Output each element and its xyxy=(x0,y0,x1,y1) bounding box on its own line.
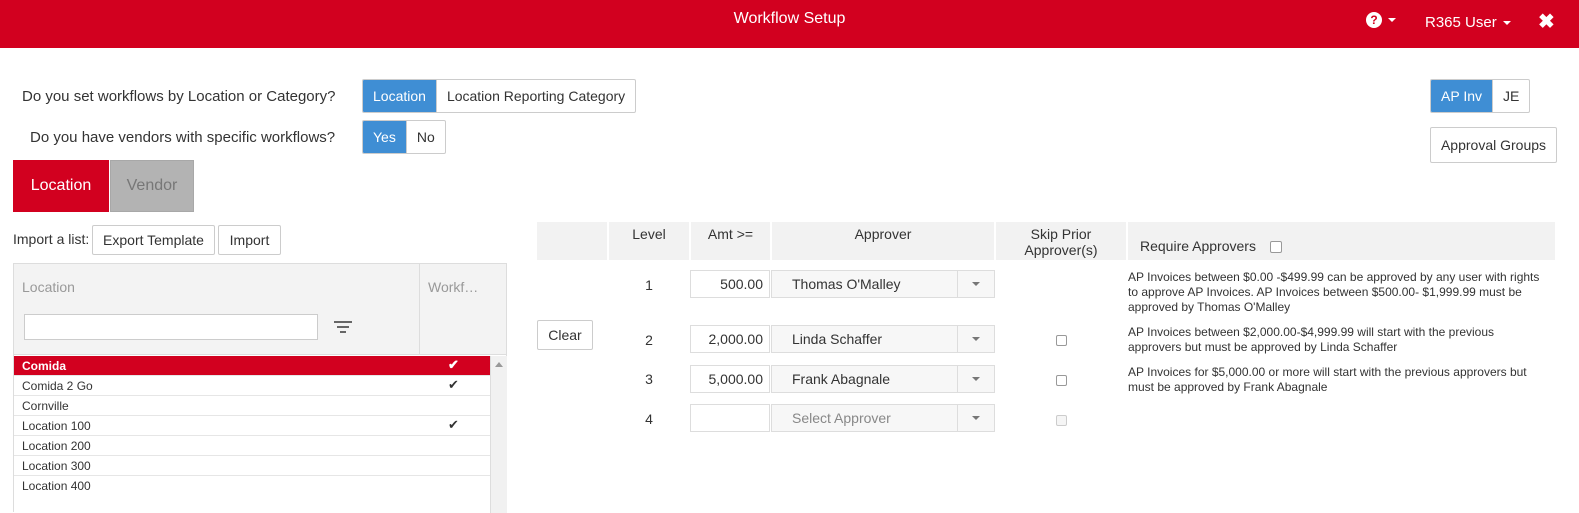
header-amount: Amt >= xyxy=(691,222,770,260)
workflow-by-toggle: Location Location Reporting Category xyxy=(362,79,637,113)
row-location-name: Cornville xyxy=(22,398,69,413)
approver-select[interactable]: Frank Abagnale xyxy=(771,365,995,393)
header-level: Level xyxy=(609,222,689,260)
row-location-name: Comida xyxy=(22,358,67,373)
header-approver: Approver xyxy=(772,222,994,260)
table-row[interactable]: Location 200 xyxy=(14,436,490,456)
table-row[interactable]: Comida 2 Go ✔ xyxy=(14,376,490,396)
chevron-down-icon[interactable] xyxy=(957,271,994,297)
chevron-down-icon[interactable] xyxy=(957,405,994,431)
help-menu[interactable]: ? xyxy=(1366,12,1396,28)
table-row[interactable]: Location 100 ✔ xyxy=(14,416,490,436)
skip-prior-checkbox[interactable] xyxy=(1056,335,1067,346)
close-icon[interactable]: ✖ xyxy=(1538,9,1555,34)
filter-icon[interactable] xyxy=(334,321,352,336)
option-no[interactable]: No xyxy=(405,121,445,153)
amount-input[interactable] xyxy=(690,404,770,432)
option-je[interactable]: JE xyxy=(1492,80,1529,112)
tab-vendor[interactable]: Vendor xyxy=(110,160,194,212)
clear-button[interactable]: Clear xyxy=(537,320,593,350)
question-vendor-specific: Do you have vendors with specific workfl… xyxy=(30,129,336,146)
help-icon: ? xyxy=(1366,12,1382,28)
header-skip-prior-line1: Skip Prior xyxy=(1030,226,1092,242)
row-location-name: Location 200 xyxy=(22,438,91,453)
export-template-button[interactable]: Export Template xyxy=(92,225,215,255)
option-ap-inv[interactable]: AP Inv xyxy=(1431,80,1492,112)
header-skip-prior: Skip Prior Approver(s) xyxy=(996,222,1126,260)
table-row[interactable]: Comida ✔ xyxy=(14,356,490,376)
approver-select-value: Linda Schaffer xyxy=(792,331,883,347)
level-description: AP Invoices for $5,000.00 or more will s… xyxy=(1128,365,1527,394)
app-header: Workflow Setup ? R365 User ✖ xyxy=(0,0,1579,48)
option-yes[interactable]: Yes xyxy=(363,121,406,153)
import-label: Import a list: xyxy=(13,231,90,247)
column-divider xyxy=(419,264,420,354)
user-menu[interactable]: R365 User xyxy=(1425,14,1511,31)
approver-select-value: Frank Abagnale xyxy=(792,371,891,387)
check-icon: ✔ xyxy=(448,377,459,392)
page-title: Workflow Setup xyxy=(733,10,846,27)
skip-prior-checkbox[interactable] xyxy=(1056,375,1067,386)
import-button[interactable]: Import xyxy=(218,225,281,255)
header-require-approvers: Require Approvers xyxy=(1128,222,1555,260)
level-description: AP Invoices between $0.00 -$499.99 can b… xyxy=(1128,270,1540,314)
amount-input[interactable]: 2,000.00 xyxy=(690,325,770,353)
chevron-down-icon xyxy=(1388,18,1396,22)
chevron-down-icon[interactable] xyxy=(957,326,994,352)
scroll-up-icon[interactable] xyxy=(495,362,503,367)
level-number: 1 xyxy=(645,277,653,293)
row-location-name: Location 300 xyxy=(22,458,91,473)
approval-groups-button[interactable]: Approval Groups xyxy=(1430,127,1557,163)
grid-rows: Comida ✔ Comida 2 Go ✔ Cornville Locatio… xyxy=(14,356,490,495)
approver-select-placeholder: Select Approver xyxy=(792,410,891,426)
option-location[interactable]: Location xyxy=(363,80,436,112)
header-skip-prior-line2: Approver(s) xyxy=(1024,242,1098,258)
approver-select-value: Thomas O'Malley xyxy=(792,276,901,292)
approver-select[interactable]: Select Approver xyxy=(771,404,995,432)
location-grid: Location Workf… Comida ✔ Comida 2 Go ✔ C… xyxy=(13,263,507,513)
column-header-workflow[interactable]: Workf… xyxy=(428,279,478,295)
row-location-name: Location 400 xyxy=(22,478,91,493)
header-blank xyxy=(537,222,607,260)
tab-location[interactable]: Location xyxy=(13,160,109,212)
chevron-down-icon[interactable] xyxy=(957,366,994,392)
skip-prior-checkbox xyxy=(1056,415,1067,426)
user-name: R365 User xyxy=(1425,14,1497,31)
amount-input[interactable]: 500.00 xyxy=(690,270,770,298)
table-row[interactable]: Cornville xyxy=(14,396,490,416)
approver-select[interactable]: Linda Schaffer xyxy=(771,325,995,353)
row-location-name: Location 100 xyxy=(22,418,91,433)
option-location-reporting-category[interactable]: Location Reporting Category xyxy=(435,80,635,112)
grid-scrollbar[interactable] xyxy=(490,356,507,513)
table-row[interactable]: Location 400 xyxy=(14,476,490,495)
grid-header: Location Workf… xyxy=(14,264,506,307)
grid-filter-row xyxy=(14,306,506,355)
table-row[interactable]: Location 300 xyxy=(14,456,490,476)
level-number: 2 xyxy=(645,332,653,348)
approver-select[interactable]: Thomas O'Malley xyxy=(771,270,995,298)
require-approvers-label: Require Approvers xyxy=(1140,238,1256,254)
location-filter-input[interactable] xyxy=(24,314,318,340)
row-location-name: Comida 2 Go xyxy=(22,378,93,393)
check-icon: ✔ xyxy=(448,357,459,372)
question-workflow-by: Do you set workflows by Location or Cate… xyxy=(22,88,336,105)
chevron-down-icon xyxy=(1502,20,1511,25)
vendor-specific-toggle: Yes No xyxy=(362,120,446,154)
level-number: 3 xyxy=(645,371,653,387)
amount-input[interactable]: 5,000.00 xyxy=(690,365,770,393)
require-approvers-checkbox[interactable] xyxy=(1269,241,1282,253)
check-icon: ✔ xyxy=(448,417,459,432)
level-description: AP Invoices between $2,000.00-$4,999.99 … xyxy=(1128,325,1494,354)
level-number: 4 xyxy=(645,411,653,427)
doc-type-toggle: AP Inv JE xyxy=(1430,79,1531,113)
column-header-location[interactable]: Location xyxy=(22,279,75,295)
